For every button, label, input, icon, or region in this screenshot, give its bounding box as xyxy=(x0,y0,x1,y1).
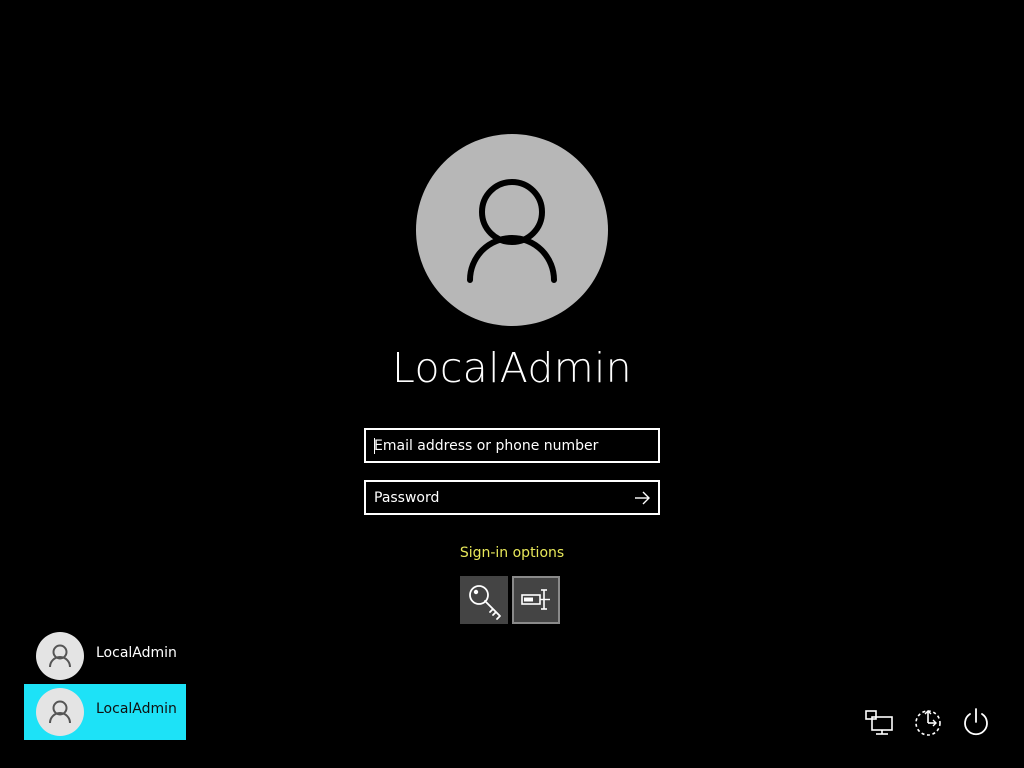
key-icon xyxy=(469,585,501,620)
user-list-name: LocalAdmin xyxy=(96,645,177,661)
person-icon xyxy=(467,179,557,283)
user-list-item-selected[interactable]: LocalAdmin xyxy=(24,684,186,740)
power-button[interactable] xyxy=(958,704,994,740)
avatar xyxy=(36,632,84,680)
key-signin-option[interactable] xyxy=(460,576,508,624)
avatar xyxy=(36,688,84,736)
submit-button[interactable] xyxy=(632,488,652,508)
text-caret xyxy=(374,438,375,454)
user-list-name: LocalAdmin xyxy=(96,701,177,717)
email-field[interactable] xyxy=(366,430,658,461)
person-icon xyxy=(49,644,71,668)
user-list-item[interactable]: LocalAdmin xyxy=(24,628,186,684)
power-icon xyxy=(964,708,988,736)
user-display-name: LocalAdmin xyxy=(392,344,632,392)
sign-in-options-link[interactable]: Sign-in options xyxy=(0,545,1024,561)
lock-screen: LocalAdmin Sign-in options xyxy=(0,0,1024,768)
person-icon xyxy=(49,700,71,724)
arrow-right-icon xyxy=(635,491,650,505)
password-box-icon xyxy=(521,589,550,610)
password-field[interactable] xyxy=(366,482,658,513)
password-signin-option[interactable] xyxy=(512,576,560,624)
email-field-container xyxy=(364,428,660,463)
ease-of-access-button[interactable] xyxy=(910,704,946,740)
network-icon xyxy=(865,710,893,735)
password-field-container xyxy=(364,480,660,515)
network-button[interactable] xyxy=(862,704,898,740)
ease-of-access-icon xyxy=(915,710,941,736)
user-avatar-large xyxy=(416,134,608,326)
